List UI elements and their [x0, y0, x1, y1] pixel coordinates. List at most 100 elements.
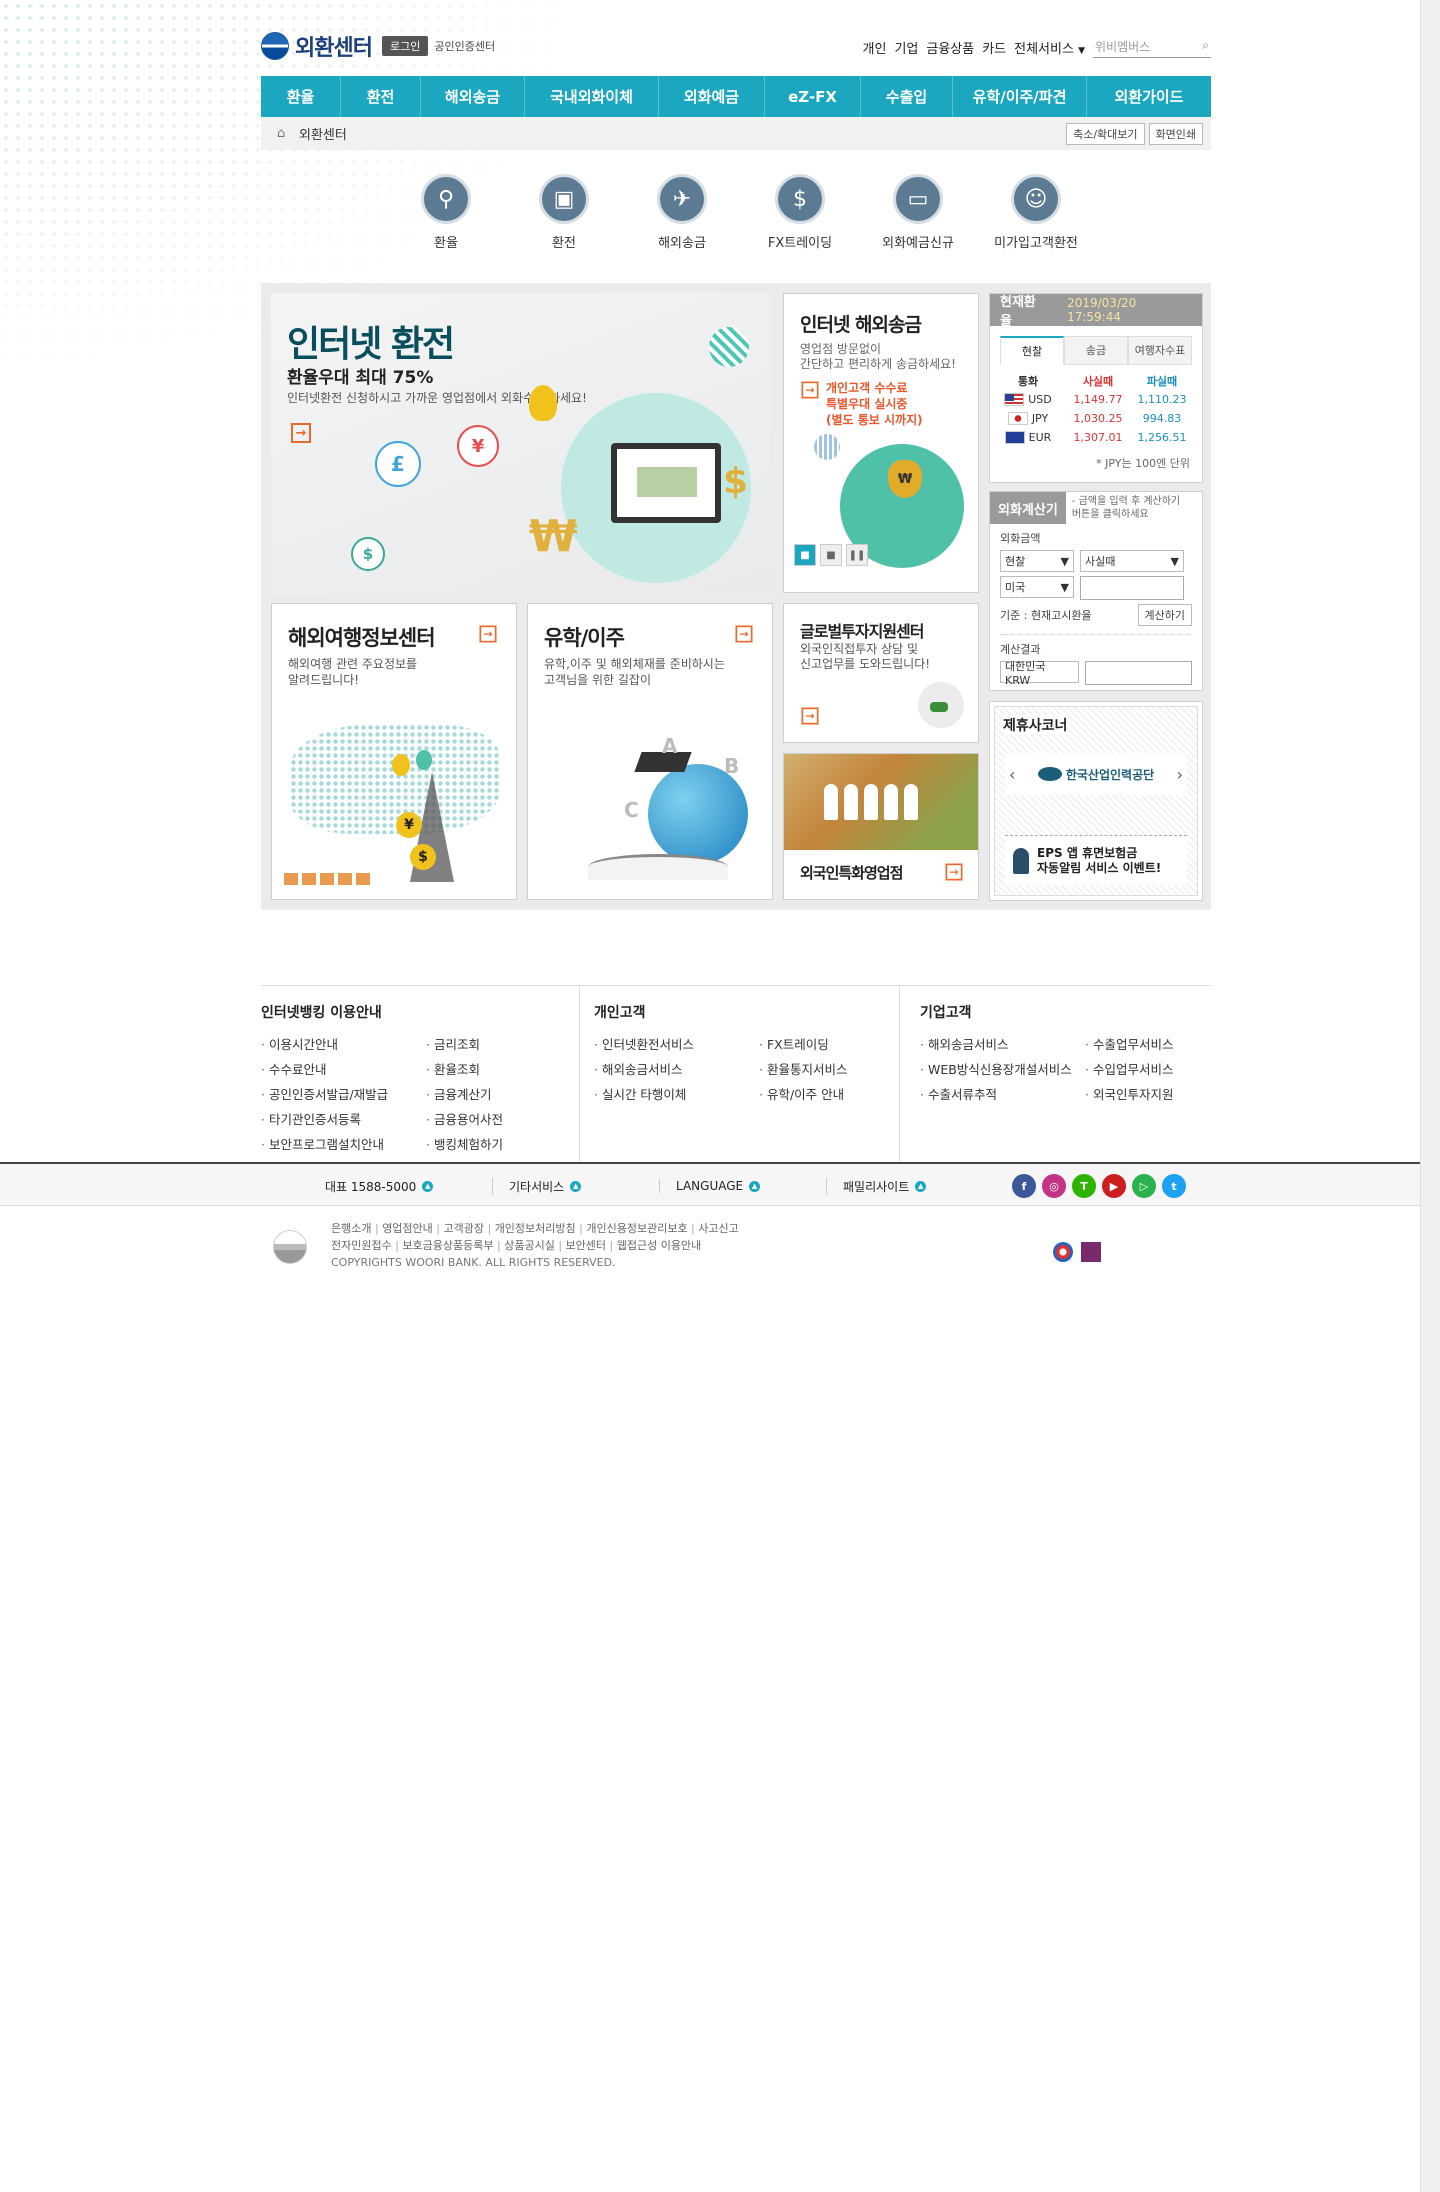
footer-link[interactable]: 환율통지서비스 [759, 1059, 899, 1078]
util-link-products[interactable]: 금융상품 [926, 38, 974, 57]
pause-icon[interactable]: ❚❚ [846, 544, 868, 566]
footer-link[interactable]: 금리조회 [426, 1034, 576, 1053]
talk-icon[interactable]: T [1072, 1174, 1096, 1198]
footer-link[interactable]: 이용시간안내 [261, 1034, 426, 1053]
footer-link[interactable]: 해외송금서비스 [594, 1059, 759, 1078]
footer-link[interactable]: 환율조회 [426, 1059, 576, 1078]
footer-link[interactable]: 공인인증서발급/재발급 [261, 1084, 426, 1103]
footer-link[interactable]: 해외송금서비스 [920, 1034, 1085, 1053]
footer-link[interactable]: 수수료안내 [261, 1059, 426, 1078]
nav-currency-exchange[interactable]: 환전 [341, 76, 421, 117]
footer-link[interactable]: 보안프로그램설치안내 [261, 1134, 426, 1153]
pager-dot-1[interactable]: ■ [794, 544, 816, 566]
quick-nonmember-exchange[interactable]: ☺ 미가입고객환전 [994, 174, 1078, 269]
footer-policy-link[interactable]: 상품공시실 [494, 1239, 555, 1252]
print-button[interactable]: 화면인쇄 [1148, 122, 1203, 145]
home-icon[interactable]: ⌂ [277, 127, 291, 140]
footer-policy-link[interactable]: 은행소개 [331, 1222, 371, 1235]
pager-dot-2[interactable]: ■ [820, 544, 842, 566]
footer-policy-link[interactable]: 영업점안내 [371, 1222, 432, 1235]
search-input[interactable]: 위비멤버스 ⌕ [1093, 36, 1211, 58]
footer-policy-link[interactable]: 개인정보처리방침 [484, 1222, 576, 1235]
partner-logo-carousel[interactable]: ‹ 한국산업인력공단 › [1005, 753, 1187, 795]
footer-policy-link[interactable]: 개인신용정보관리보호 [576, 1222, 688, 1235]
footer-link[interactable]: 타기관인증서등록 [261, 1109, 426, 1128]
arrow-right-icon[interactable]: → [945, 863, 963, 881]
calculate-button[interactable]: 계산하기 [1137, 604, 1192, 626]
footer-policy-link[interactable]: 웹접근성 이용안내 [606, 1239, 701, 1252]
footer-policy-link[interactable]: 보안센터 [555, 1239, 606, 1252]
login-button[interactable]: 로그인 [381, 36, 429, 56]
arrow-right-icon[interactable]: → [735, 625, 753, 643]
etc-service-toggle[interactable]: 기타서비스 ▲ [492, 1177, 659, 1195]
instagram-icon[interactable]: ◎ [1042, 1174, 1066, 1198]
tab-remittance[interactable]: 송금 [1064, 336, 1128, 365]
foreigner-branch-card[interactable]: 외국인특화영업점 → [783, 753, 979, 900]
footer-link[interactable]: 수출업무서비스 [1085, 1034, 1215, 1053]
footer-link[interactable]: 인터넷환전서비스 [594, 1034, 759, 1053]
type-select[interactable]: 현찰 ▼ [1000, 550, 1074, 572]
footer-link[interactable]: 금융계산기 [426, 1084, 576, 1103]
travel-info-card[interactable]: 해외여행정보센터 → 해외여행 관련 주요정보를 알려드립니다! ¥ $ [271, 603, 517, 900]
internet-remittance-banner[interactable]: 인터넷 해외송금 영업점 방문없이 간단하고 편리하게 송금하세요! → 개인고… [783, 293, 979, 593]
footer-link[interactable]: 실시간 타행이체 [594, 1084, 759, 1103]
footer-policy-link[interactable]: 사고신고 [688, 1222, 739, 1235]
search-icon[interactable]: ⌕ [1202, 38, 1209, 55]
country-select[interactable]: 미국 ▼ [1000, 576, 1074, 598]
util-link-all-services[interactable]: 전체서비스 ▼ [1014, 38, 1085, 57]
footer-link[interactable]: 유학/이주 안내 [759, 1084, 899, 1103]
footer-link[interactable]: 수출서류추적 [920, 1084, 1085, 1103]
chevron-left-icon[interactable]: ‹ [1009, 765, 1015, 784]
play-icon[interactable]: ▷ [1132, 1174, 1156, 1198]
arrow-right-icon[interactable]: → [479, 625, 497, 643]
chevron-right-icon[interactable]: › [1177, 765, 1183, 784]
arrow-right-icon[interactable]: → [291, 423, 311, 443]
nav-import-export[interactable]: 수출입 [861, 76, 953, 117]
global-investment-card[interactable]: 글로벌투자지원센터 외국인직접투자 상담 및 신고업무를 도와드립니다! → [783, 603, 979, 743]
footer-link[interactable]: 뱅킹체험하기 [426, 1134, 576, 1153]
quick-fx-trading[interactable]: $ FX트레이딩 [762, 174, 838, 269]
arrow-right-icon[interactable]: → [801, 707, 819, 725]
nav-foreign-deposit[interactable]: 외화예금 [659, 76, 765, 117]
partner-event-banner[interactable]: EPS 앱 휴면보험금 자동알림 서비스 이벤트! [1005, 835, 1187, 885]
nav-ez-fx[interactable]: eZ-FX [765, 76, 861, 117]
family-site-toggle[interactable]: 패밀리사이트 ▲ [826, 1177, 993, 1195]
tab-travelers-check[interactable]: 여행자수표 [1128, 336, 1192, 365]
footer-link[interactable]: WEB방식신용장개설서비스 [920, 1059, 1085, 1078]
quick-exchange-rate[interactable]: ⚲ 환율 [408, 174, 484, 269]
footer-link[interactable]: 금융용어사전 [426, 1109, 576, 1128]
tab-cash[interactable]: 현찰 [1000, 336, 1064, 365]
nav-study-migration[interactable]: 유학/이주/파견 [953, 76, 1087, 117]
footer-link[interactable]: 외국인투자지원 [1085, 1084, 1215, 1103]
amount-input[interactable] [1080, 576, 1184, 600]
quick-currency-exchange[interactable]: ▣ 환전 [526, 174, 602, 269]
facebook-icon[interactable]: f [1012, 1174, 1036, 1198]
twitter-icon[interactable]: t [1162, 1174, 1186, 1198]
quick-remittance[interactable]: ✈ 해외송금 [644, 174, 720, 269]
youtube-icon[interactable]: ▶ [1102, 1174, 1126, 1198]
cert-center-link[interactable]: 공인인증센터 [434, 38, 495, 54]
footer-link[interactable]: 수입업무서비스 [1085, 1059, 1215, 1078]
nav-fx-guide[interactable]: 외환가이드 [1087, 76, 1211, 117]
util-link-personal[interactable]: 개인 [863, 38, 887, 57]
study-migration-card[interactable]: 유학/이주 → 유학,이주 및 해외체재를 준비하시는 고객님을 위한 길잡이 … [527, 603, 773, 900]
nav-foreign-transfer[interactable]: 국내외화이체 [525, 76, 659, 117]
footer-policy-link[interactable]: 보호금융상품등록부 [392, 1239, 494, 1252]
util-link-card[interactable]: 카드 [982, 38, 1006, 57]
zoom-button[interactable]: 축소/확대보기 [1066, 122, 1145, 145]
footer-link[interactable]: FX트레이딩 [759, 1034, 899, 1053]
util-link-corporate[interactable]: 기업 [894, 38, 918, 57]
logo[interactable]: 외환센터 로그인 공인인증센터 [261, 30, 495, 62]
footer-policy-link[interactable]: 전자민원접수 [331, 1239, 392, 1252]
arrow-right-icon[interactable]: → [801, 381, 819, 399]
language-toggle[interactable]: LANGUAGE ▲ [659, 1179, 826, 1193]
internet-exchange-banner[interactable]: 인터넷 환전 환율우대 최대 75% 인터넷환전 신청하시고 가까운 영업점에서… [271, 293, 771, 593]
quick-new-deposit[interactable]: ▭ 외화예금신규 [880, 174, 956, 269]
partner-logo[interactable]: 한국산업인력공단 [1037, 766, 1154, 783]
nav-overseas-remittance[interactable]: 해외송금 [421, 76, 525, 117]
phone-link[interactable]: 대표 1588-5000 ▲ [325, 1178, 492, 1195]
footer-policy-link[interactable]: 고객광장 [433, 1222, 484, 1235]
action-select[interactable]: 사실때 ▼ [1080, 550, 1184, 572]
scrollbar[interactable] [1420, 0, 1440, 2192]
nav-exchange-rate[interactable]: 환율 [261, 76, 341, 117]
